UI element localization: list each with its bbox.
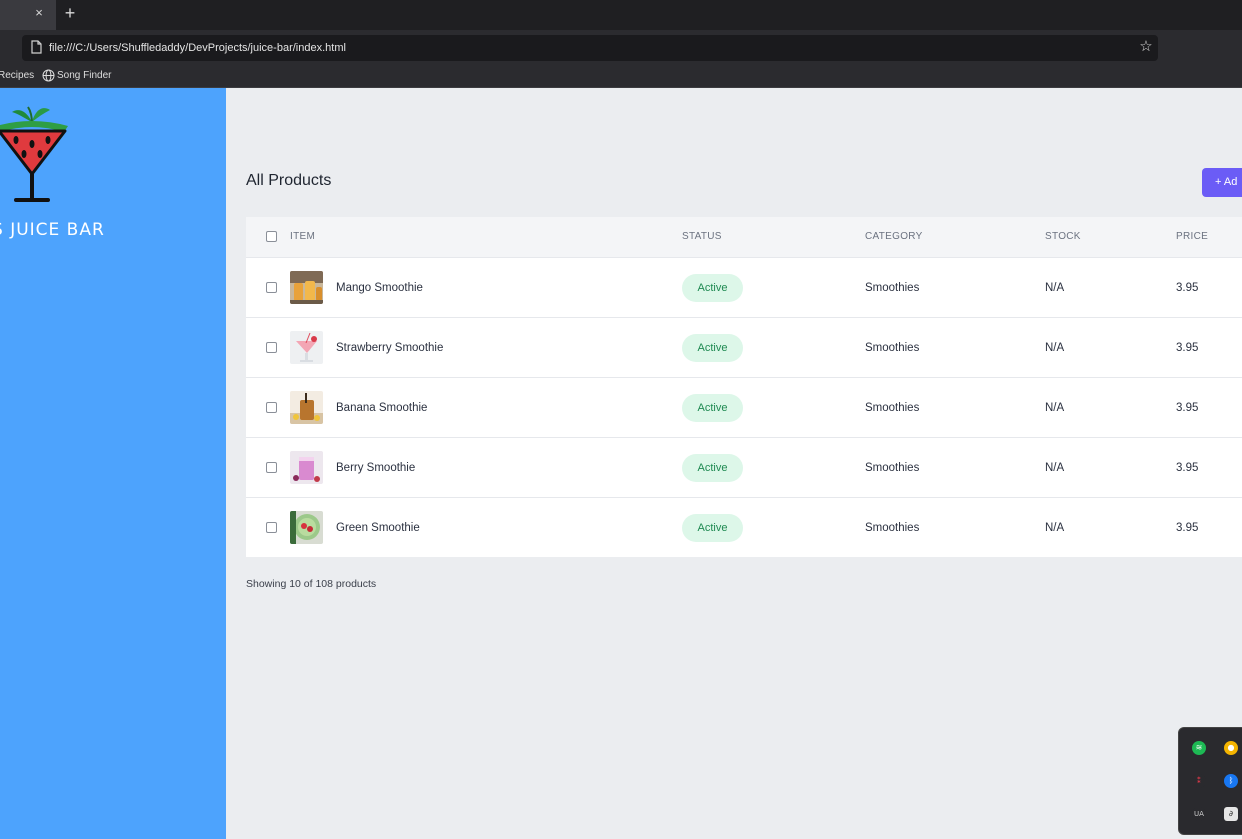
price-cell: 3.95: [1176, 282, 1199, 294]
column-header-category[interactable]: CATEGORY: [865, 217, 923, 257]
bluetooth-icon[interactable]: ᛒ: [1224, 774, 1238, 788]
spotify-icon[interactable]: ≋: [1192, 741, 1206, 755]
tab-strip: × +: [0, 0, 1242, 30]
status-badge: Active: [682, 394, 743, 422]
status-badge: Active: [682, 274, 743, 302]
globe-icon: [42, 69, 55, 82]
item-name[interactable]: Banana Smoothie: [336, 378, 427, 438]
brand-name: S JUICE BAR: [0, 220, 105, 240]
juice-bar-logo: [0, 106, 68, 202]
row-checkbox[interactable]: [266, 522, 277, 533]
item-name[interactable]: Green Smoothie: [336, 498, 420, 558]
system-tray-flyout: ≋ ● ⁑ ᛒ UA ∂: [1178, 727, 1242, 835]
berry-smoothie-thumbnail: [290, 451, 323, 484]
browser-tab[interactable]: ×: [0, 0, 56, 30]
status-badge: Active: [682, 334, 743, 362]
row-checkbox[interactable]: [266, 462, 277, 473]
row-checkbox[interactable]: [266, 402, 277, 413]
category-cell: Smoothies: [865, 402, 920, 414]
column-header-item[interactable]: ITEM: [290, 217, 315, 257]
ua-icon[interactable]: UA: [1192, 807, 1206, 821]
category-cell: Smoothies: [865, 462, 920, 474]
status-badge: Active: [682, 514, 743, 542]
category-cell: Smoothies: [865, 342, 920, 354]
column-header-stock[interactable]: STOCK: [1045, 217, 1081, 257]
stock-cell: N/A: [1045, 522, 1065, 534]
table-header: ITEM STATUS CATEGORY STOCK PRICE: [246, 217, 1242, 257]
category-cell: Smoothies: [865, 522, 920, 534]
bookmark-star-icon[interactable]: ☆: [1137, 38, 1155, 56]
new-tab-icon[interactable]: +: [61, 4, 79, 22]
price-cell: 3.95: [1176, 342, 1199, 354]
products-table: ITEM STATUS CATEGORY STOCK PRICE Mango S…: [246, 217, 1242, 557]
item-name[interactable]: Strawberry Smoothie: [336, 318, 443, 378]
bookmark-song-finder[interactable]: Song Finder: [57, 66, 111, 86]
page-icon: [31, 40, 42, 54]
page-title: All Products: [246, 172, 332, 189]
stock-cell: N/A: [1045, 402, 1065, 414]
tab-close-icon[interactable]: ×: [32, 6, 46, 20]
bookmark-recipes[interactable]: Recipes: [0, 66, 34, 86]
status-badge: Active: [682, 454, 743, 482]
chrome-icon[interactable]: ●: [1224, 741, 1238, 755]
table-row[interactable]: Green Smoothie Active Smoothies N/A 3.95: [246, 497, 1242, 558]
bookmarks-bar: [0, 66, 1242, 88]
add-product-button[interactable]: + Ad: [1202, 168, 1242, 197]
steam-icon[interactable]: ∂: [1224, 807, 1238, 821]
mango-smoothie-thumbnail: [290, 271, 323, 304]
row-checkbox[interactable]: [266, 342, 277, 353]
banana-smoothie-thumbnail: [290, 391, 323, 424]
price-cell: 3.95: [1176, 522, 1199, 534]
table-row[interactable]: Mango Smoothie Active Smoothies N/A 3.95: [246, 257, 1242, 318]
stock-cell: N/A: [1045, 282, 1065, 294]
app-icon[interactable]: ⁑: [1192, 774, 1206, 788]
table-row[interactable]: Banana Smoothie Active Smoothies N/A 3.9…: [246, 377, 1242, 438]
table-row[interactable]: Strawberry Smoothie Active Smoothies N/A…: [246, 317, 1242, 378]
select-all-checkbox[interactable]: [266, 231, 277, 242]
row-checkbox[interactable]: [266, 282, 277, 293]
pagination-summary: Showing 10 of 108 products: [246, 578, 377, 590]
green-smoothie-thumbnail: [290, 511, 323, 544]
table-row[interactable]: Berry Smoothie Active Smoothies N/A 3.95: [246, 437, 1242, 498]
item-name[interactable]: Mango Smoothie: [336, 258, 423, 318]
price-cell: 3.95: [1176, 462, 1199, 474]
stock-cell: N/A: [1045, 342, 1065, 354]
stock-cell: N/A: [1045, 462, 1065, 474]
column-header-status[interactable]: STATUS: [682, 217, 722, 257]
category-cell: Smoothies: [865, 282, 920, 294]
price-cell: 3.95: [1176, 402, 1199, 414]
address-url[interactable]: file:///C:/Users/Shuffledaddy/DevProject…: [49, 35, 346, 61]
item-name[interactable]: Berry Smoothie: [336, 438, 415, 498]
strawberry-smoothie-thumbnail: [290, 331, 323, 364]
column-header-price[interactable]: PRICE: [1176, 217, 1208, 257]
